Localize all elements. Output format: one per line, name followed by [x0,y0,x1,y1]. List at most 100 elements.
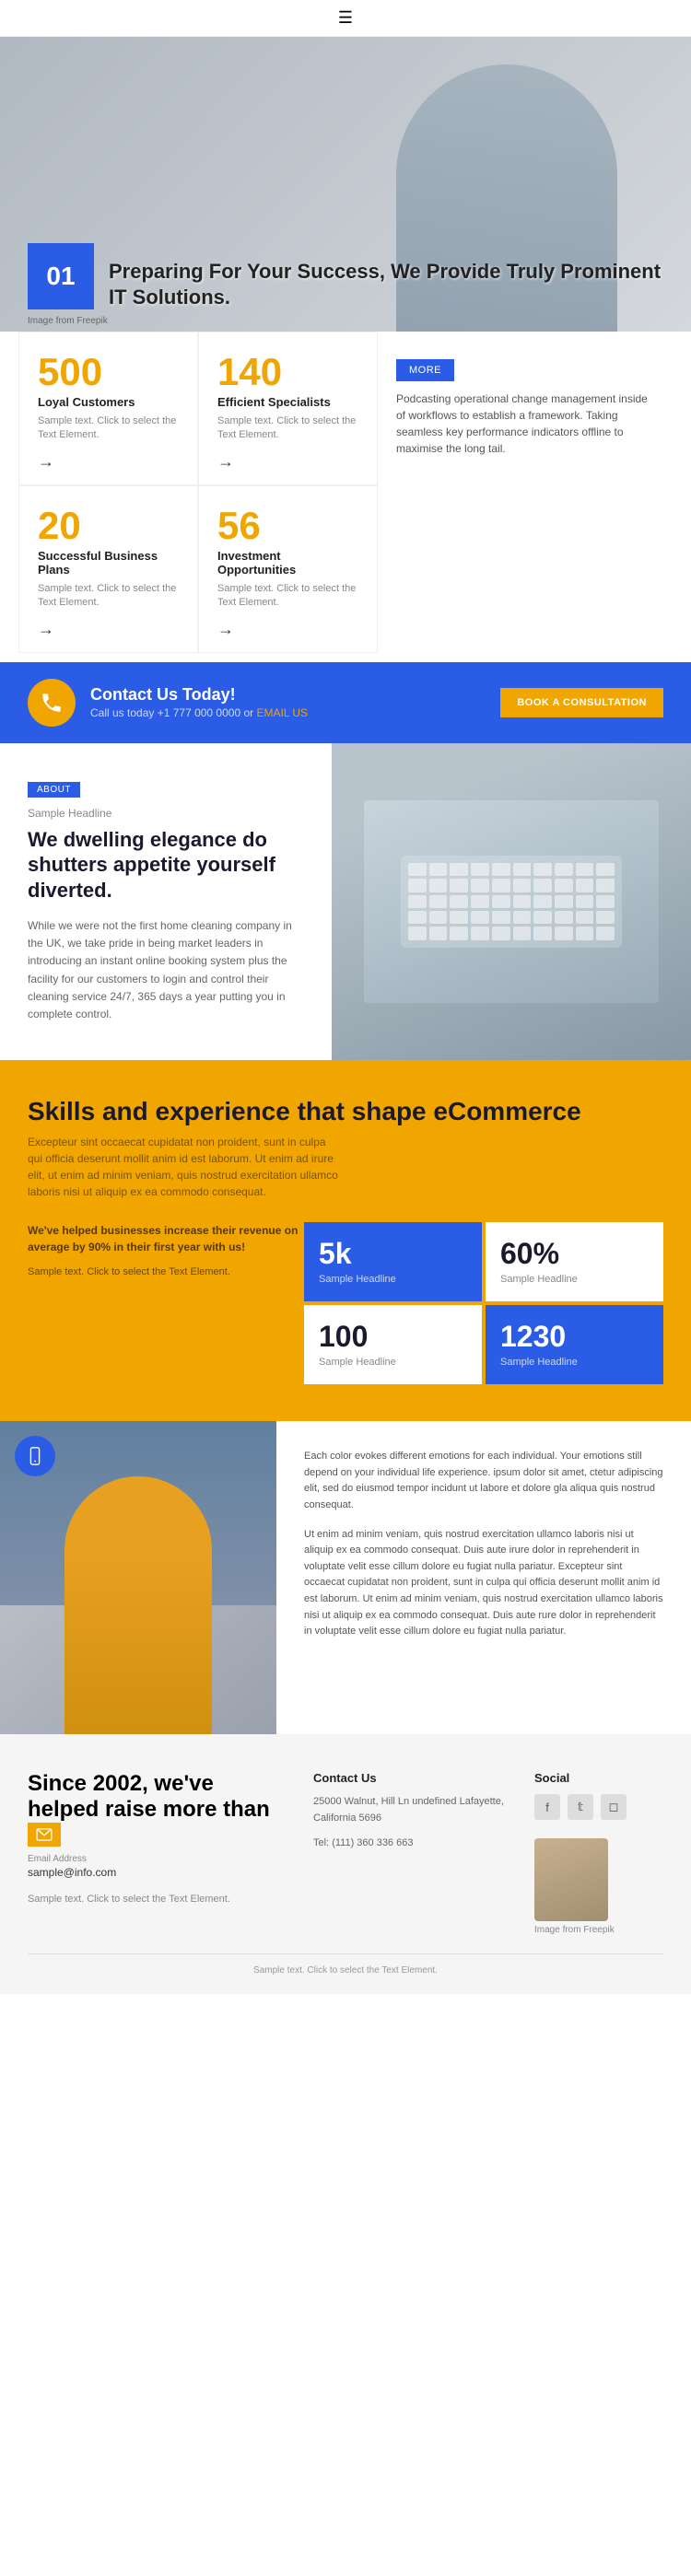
skill-cards-grid: 5k Sample Headline 60% Sample Headline 1… [304,1222,663,1384]
phone-icon [40,691,64,715]
navigation: ☰ [0,0,691,37]
footer-email-value: sample@info.com [28,1866,286,1879]
stat-card-2: 20 Successful Business Plans Sample text… [18,485,198,653]
footer-image-credit: Image from Freepik [534,1925,663,1935]
mobile-icon-circle [15,1436,55,1476]
footer-heading: Since 2002, we've helped raise more than [28,1771,286,1823]
skills-bottom-left: We've helped businesses increase their r… [28,1222,304,1384]
skill-card-number-2: 100 [319,1322,467,1351]
stat-arrow-2[interactable]: → [38,620,179,639]
skill-card-label-3: Sample Headline [500,1357,649,1368]
footer-col-1: Since 2002, we've helped raise more than… [28,1771,286,1935]
about-tag: ABOUT [28,782,80,798]
hero-section: 01 Preparing For Your Success, We Provid… [0,37,691,332]
email-icon [28,1823,61,1847]
contact-banner-title: Contact Us Today! [90,685,486,705]
profile-image [0,1421,276,1734]
hero-title: Preparing For Your Success, We Provide T… [109,259,663,309]
stat-desc-2: Sample text. Click to select the Text El… [38,582,179,611]
skill-card-number-1: 60% [500,1239,649,1268]
stat-label-1: Efficient Specialists [217,395,358,409]
twitter-icon[interactable]: 𝕥 [568,1794,593,1820]
footer-contact-address: 25000 Walnut, Hill Ln undefined Lafayett… [313,1794,507,1826]
skill-card-2: 100 Sample Headline [304,1305,482,1384]
footer-social-col: Social f 𝕥 ◻ Image from Freepik [534,1771,663,1935]
footer-sample-text: Sample text. Click to select the Text El… [28,1894,286,1905]
skill-card-number-0: 5k [319,1239,467,1268]
skills-subtext: Excepteur sint occaecat cupidatat non pr… [28,1134,341,1200]
stats-section: 500 Loyal Customers Sample text. Click t… [0,332,691,662]
about-section: ABOUT Sample Headline We dwelling elegan… [0,743,691,1061]
man-figure [64,1476,212,1734]
about-body: While we were not the first home cleanin… [28,917,304,1023]
about-text-col: ABOUT Sample Headline We dwelling elegan… [0,743,332,1061]
contact-banner-text: Contact Us Today! Call us today +1 777 0… [90,685,486,719]
more-button[interactable]: MORE [396,359,454,381]
stat-number-1: 140 [217,353,358,391]
stat-number-0: 500 [38,353,179,391]
stat-label-2: Successful Business Plans [38,549,179,577]
profile-section: Each color evokes different emotions for… [0,1421,691,1734]
skills-section: Skills and experience that shape eCommer… [0,1060,691,1421]
stats-grid: 500 Loyal Customers Sample text. Click t… [18,332,378,653]
skills-strong-text: We've helped businesses increase their r… [28,1224,298,1253]
stat-card-0: 500 Loyal Customers Sample text. Click t… [18,332,198,485]
about-image: for(let i=0;i<50;i++) document.write('<d… [332,743,691,1061]
contact-banner-subtitle: Call us today +1 777 000 0000 or EMAIL U… [90,706,486,719]
profile-image-col [0,1421,276,1734]
footer-bottom: Sample text. Click to select the Text El… [28,1953,663,1976]
skill-card-label-2: Sample Headline [319,1357,467,1368]
skill-card-1: 60% Sample Headline [486,1222,663,1301]
hero-image-credit: Image from Freepik [28,316,108,326]
stat-desc-0: Sample text. Click to select the Text El… [38,414,179,443]
stats-right-content: MORE Podcasting operational change manag… [396,359,654,457]
stats-right-col: MORE Podcasting operational change manag… [378,332,673,653]
skill-card-3: 1230 Sample Headline [486,1305,663,1384]
skill-card-label-0: Sample Headline [319,1274,467,1285]
footer-bottom-text: Sample text. Click to select the Text El… [253,1965,438,1976]
phone-icon-circle [28,679,76,727]
footer-social-heading: Social [534,1771,663,1785]
skills-sub-text: Sample text. Click to select the Text El… [28,1265,304,1280]
avatar-image [534,1838,608,1921]
stat-arrow-1[interactable]: → [217,452,358,472]
stat-label-3: Investment Opportunities [217,549,358,577]
footer-contact-phone: Tel: (111) 360 336 663 [313,1836,507,1852]
stat-desc-1: Sample text. Click to select the Text El… [217,414,358,443]
stat-arrow-3[interactable]: → [217,620,358,639]
hero-number: 01 [28,243,94,309]
stat-card-3: 56 Investment Opportunities Sample text.… [198,485,378,653]
mobile-icon [25,1446,45,1466]
skills-bottom: We've helped businesses increase their r… [28,1222,663,1384]
footer-contact-heading: Contact Us [313,1771,507,1785]
footer: Since 2002, we've helped raise more than… [0,1734,691,1994]
footer-contact-col: Contact Us 25000 Walnut, Hill Ln undefin… [313,1771,507,1935]
about-sample-headline: Sample Headline [28,807,304,820]
footer-email-label: Email Address [28,1854,286,1864]
hero-overlay: 01 Preparing For Your Success, We Provid… [0,221,691,332]
stat-number-2: 20 [38,507,179,545]
stat-card-1: 140 Efficient Specialists Sample text. C… [198,332,378,485]
profile-para-1: Ut enim ad minim veniam, quis nostrud ex… [304,1527,663,1640]
stat-label-0: Loyal Customers [38,395,179,409]
skill-card-0: 5k Sample Headline [304,1222,482,1301]
stat-number-3: 56 [217,507,358,545]
skill-card-label-1: Sample Headline [500,1274,649,1285]
email-us-link[interactable]: EMAIL US [256,706,308,719]
skills-heading: Skills and experience that shape eCommer… [28,1097,663,1126]
envelope-icon [36,1828,53,1841]
facebook-icon[interactable]: f [534,1794,560,1820]
footer-grid: Since 2002, we've helped raise more than… [28,1771,663,1935]
footer-avatar: Image from Freepik [534,1838,663,1935]
profile-text-col: Each color evokes different emotions for… [276,1421,691,1734]
skill-card-number-3: 1230 [500,1322,649,1351]
stat-desc-3: Sample text. Click to select the Text El… [217,582,358,611]
book-consultation-button[interactable]: BOOK A CONSULTATION [500,688,663,717]
about-image-inner: for(let i=0;i<50;i++) document.write('<d… [332,743,691,1061]
contact-banner: Contact Us Today! Call us today +1 777 0… [0,662,691,743]
hamburger-menu-icon[interactable]: ☰ [338,8,353,28]
instagram-icon[interactable]: ◻ [601,1794,627,1820]
social-icons: f 𝕥 ◻ [534,1794,663,1820]
stat-arrow-0[interactable]: → [38,452,179,472]
profile-para-0: Each color evokes different emotions for… [304,1449,663,1513]
